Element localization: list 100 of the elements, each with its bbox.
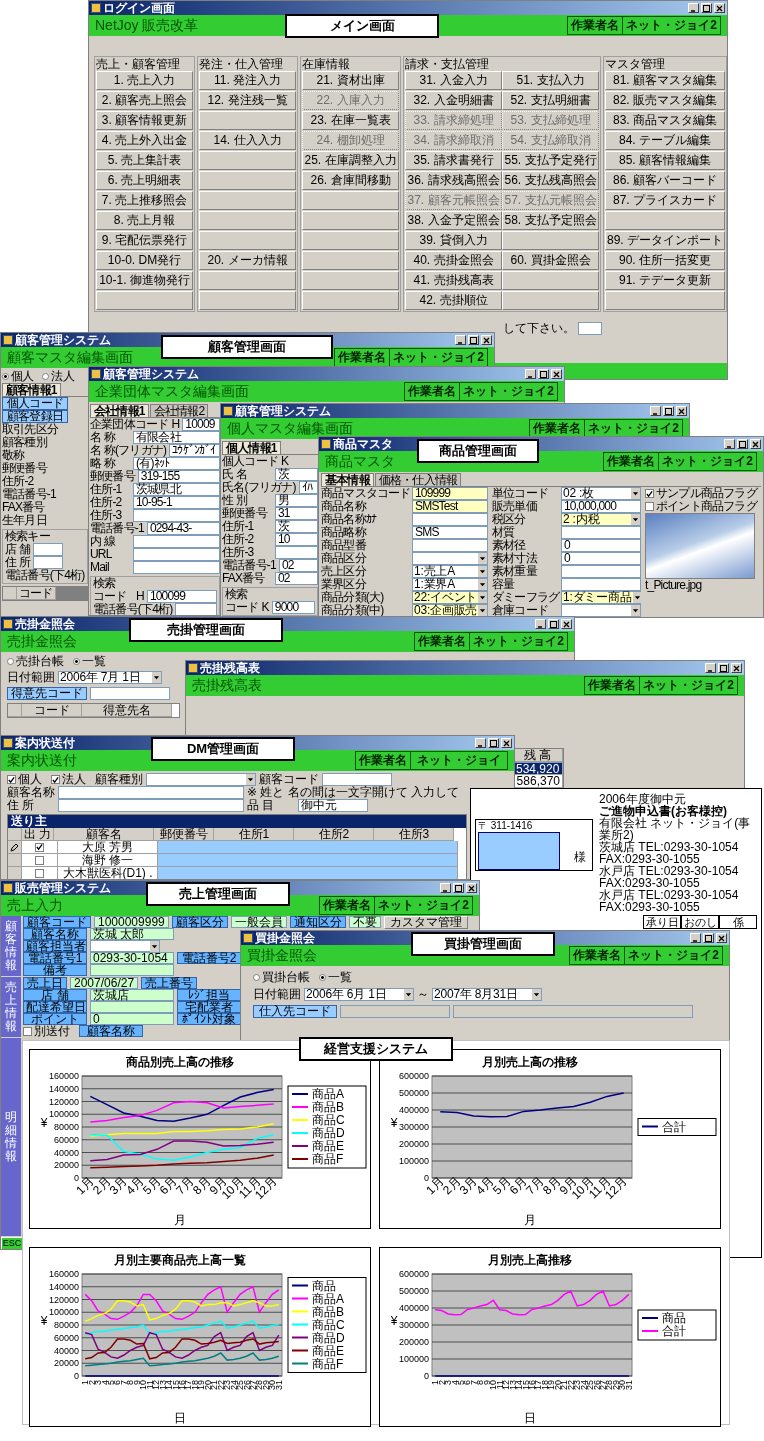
close-button[interactable] bbox=[561, 619, 572, 629]
menu-button[interactable] bbox=[199, 171, 296, 190]
radio-button[interactable]: 一覧 bbox=[319, 969, 352, 986]
minimize-button[interactable] bbox=[525, 369, 536, 379]
menu-button[interactable]: 4. 売上外入出金 bbox=[96, 131, 193, 150]
menu-button[interactable]: 7. 売上推移照会 bbox=[96, 191, 193, 210]
close-button[interactable] bbox=[501, 738, 512, 748]
menu-button[interactable] bbox=[96, 291, 193, 310]
menu-button[interactable] bbox=[302, 291, 399, 310]
minimize-button[interactable] bbox=[650, 406, 661, 416]
input-field[interactable] bbox=[322, 773, 392, 786]
input-field[interactable] bbox=[133, 561, 220, 574]
menu-button[interactable]: 81. 顧客マスタ編集 bbox=[605, 71, 725, 90]
menu-button[interactable]: 91. テデータ更新 bbox=[605, 271, 725, 290]
menu-button[interactable] bbox=[199, 111, 296, 130]
menu-button[interactable] bbox=[302, 271, 399, 290]
input-field[interactable]: 茨 bbox=[275, 468, 318, 481]
checkbox[interactable]: ポイント商品フラグ bbox=[645, 498, 757, 515]
menu-button[interactable] bbox=[199, 231, 296, 250]
maximize-button[interactable] bbox=[488, 738, 499, 748]
input-field[interactable]: 319-155 bbox=[137, 470, 220, 483]
menu-button[interactable]: 87. プライスカード bbox=[605, 191, 725, 210]
dropdown[interactable]: 1:業界A bbox=[412, 578, 488, 591]
input-field[interactable]: 茨城店 bbox=[90, 989, 174, 1001]
menu-button[interactable]: 89. データインポート bbox=[605, 231, 725, 250]
minimize-button[interactable] bbox=[475, 738, 486, 748]
input-field[interactable]: 1000009999 bbox=[94, 916, 169, 928]
menu-button[interactable]: 12. 発注残一覧 bbox=[199, 91, 296, 110]
menu-button[interactable]: 36. 請求残高照会 bbox=[405, 171, 502, 190]
input-field[interactable]: 不要 bbox=[348, 916, 381, 928]
radio-button[interactable]: 一覧 bbox=[73, 653, 106, 670]
menu-button[interactable] bbox=[199, 211, 296, 230]
menu-button[interactable]: 51. 支払入力 bbox=[502, 71, 599, 90]
menu-button[interactable]: 9. 宅配伝票発行 bbox=[96, 231, 193, 250]
input-field[interactable] bbox=[412, 539, 488, 552]
menu-button[interactable]: 84. テーブル編集 bbox=[605, 131, 725, 150]
dropdown[interactable]: 1:売上A bbox=[412, 565, 488, 578]
menu-button[interactable]: 10-0. DM発行 bbox=[96, 251, 193, 270]
menu-button[interactable] bbox=[502, 291, 599, 310]
input-field[interactable] bbox=[32, 543, 63, 556]
input-field[interactable] bbox=[58, 786, 244, 799]
menu-button[interactable]: 85. 顧客情報編集 bbox=[605, 151, 725, 170]
menu-button[interactable] bbox=[199, 191, 296, 210]
input-field[interactable]: 0294-43- bbox=[146, 522, 220, 535]
checkbox[interactable] bbox=[35, 855, 44, 865]
menu-button[interactable]: 31. 入金入力 bbox=[405, 71, 502, 90]
radio-button[interactable]: 売掛台帳 bbox=[7, 653, 64, 670]
input-field[interactable]: 10-95-1 bbox=[133, 496, 220, 509]
menu-button[interactable]: 11. 発注入力 bbox=[199, 71, 296, 90]
maximize-button[interactable] bbox=[663, 406, 674, 416]
minimize-button[interactable] bbox=[440, 883, 451, 893]
minimize-button[interactable] bbox=[455, 335, 466, 345]
input-field[interactable]: 0 bbox=[561, 552, 641, 565]
menu-button[interactable]: 3. 顧客情報更新 bbox=[96, 111, 193, 130]
minimize-button[interactable] bbox=[688, 3, 699, 13]
input-field[interactable]: 0 bbox=[561, 539, 641, 552]
menu-button[interactable]: 5. 売上集計表 bbox=[96, 151, 193, 170]
menu-button[interactable] bbox=[605, 211, 725, 230]
menu-button[interactable]: 21. 資材出庫 bbox=[302, 71, 399, 90]
menu-button[interactable] bbox=[199, 151, 296, 170]
menu-button[interactable]: 55. 支払予定発行 bbox=[502, 151, 599, 170]
dropdown[interactable]: 02 :枚 bbox=[561, 487, 641, 500]
checkbox[interactable] bbox=[35, 842, 44, 852]
menu-button[interactable] bbox=[199, 271, 296, 290]
menu-button[interactable]: 90. 住所一括変更 bbox=[605, 251, 725, 270]
menu-button[interactable]: 10-1. 御進物発行 bbox=[96, 271, 193, 290]
menu-button[interactable]: 20. メーカ情報 bbox=[199, 251, 296, 270]
input-field[interactable]: (有)ﾈｯﾄ bbox=[133, 457, 220, 470]
menu-button[interactable]: 6. 売上明細表 bbox=[96, 171, 193, 190]
input-field[interactable]: 9000 bbox=[271, 601, 315, 614]
input-field[interactable]: 茨城 太郎 bbox=[90, 928, 174, 940]
close-button[interactable] bbox=[481, 335, 492, 345]
close-button[interactable] bbox=[750, 439, 761, 449]
menu-button[interactable] bbox=[302, 231, 399, 250]
dropdown[interactable]: 2 :内税 bbox=[561, 513, 641, 526]
menu-button[interactable]: 41. 売掛残高表 bbox=[405, 271, 502, 290]
menu-button[interactable]: 25. 在庫調整入力 bbox=[302, 151, 399, 170]
input-field[interactable] bbox=[340, 1005, 450, 1018]
dropdown[interactable]: 2007年 8月31日 bbox=[432, 988, 542, 1001]
input-field[interactable] bbox=[58, 799, 244, 812]
input-field[interactable] bbox=[32, 556, 63, 569]
input-field[interactable] bbox=[90, 964, 174, 976]
menu-button[interactable]: 23. 在庫一覧表 bbox=[302, 111, 399, 130]
input-field[interactable]: ｲﾊ bbox=[298, 481, 318, 494]
maximize-button[interactable] bbox=[538, 369, 549, 379]
dropdown[interactable] bbox=[561, 604, 641, 617]
input-field[interactable] bbox=[561, 526, 641, 539]
input-field[interactable]: 0 bbox=[90, 1013, 174, 1025]
minimize-button[interactable] bbox=[535, 619, 546, 629]
maximize-button[interactable] bbox=[718, 663, 729, 673]
dropdown[interactable]: 1:ダミー商品 bbox=[561, 591, 641, 604]
button[interactable]: ESC bbox=[1, 1236, 23, 1249]
menu-button[interactable]: 60. 買掛金照会 bbox=[502, 251, 599, 270]
input-field[interactable] bbox=[561, 578, 641, 591]
menu-button[interactable] bbox=[502, 231, 599, 250]
menu-button[interactable]: 26. 倉庫間移動 bbox=[302, 171, 399, 190]
menu-button[interactable] bbox=[199, 291, 296, 310]
tab[interactable]: 会社情報1 bbox=[90, 404, 149, 417]
maximize-button[interactable] bbox=[468, 335, 479, 345]
menu-button[interactable] bbox=[302, 251, 399, 270]
